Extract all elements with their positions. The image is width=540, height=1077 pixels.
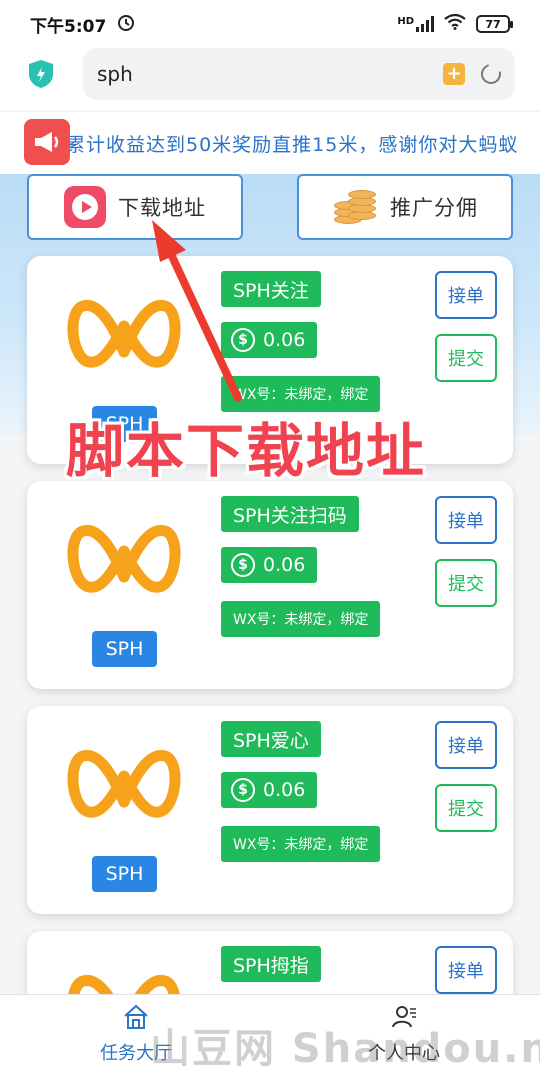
task-title: SPH关注扫码 [221,496,359,532]
add-bookmark-icon[interactable]: + [443,63,465,85]
announcement-marquee: 累计收益达到50米奖励直推15米，感谢你对大蚂蚁 [0,112,540,174]
address-bar[interactable]: sph + [83,48,515,100]
status-time: 下午5:07 [30,16,107,37]
channels-logo-icon [67,505,181,605]
dollar-icon: $ [231,778,255,802]
watermark: 山豆网 Shandou.net [150,1026,540,1072]
task-price: $0.06 [221,322,318,358]
platform-badge: SPH [92,631,157,667]
task-title: SPH关注 [221,271,321,307]
task-title: SPH爱心 [221,721,321,757]
refresh-icon[interactable] [477,60,505,88]
status-bar: 下午5:07 HD 77 [0,0,540,48]
accept-task-button[interactable]: 接单 [435,496,497,544]
browser-header: sph + [0,48,540,110]
signal-icon: HD [397,16,434,32]
megaphone-icon [24,119,70,165]
download-label: 下载地址 [118,196,206,220]
channels-logo-icon [67,280,181,380]
price-value: 0.06 [263,554,306,576]
wifi-icon [444,13,466,35]
accept-task-button[interactable]: 接单 [435,946,497,994]
platform-badge: SPH [92,856,157,892]
coins-icon [332,185,378,229]
url-text: sph [97,62,133,86]
network-type: HD [397,16,414,27]
submit-task-button[interactable]: 提交 [435,784,497,832]
promotion-label: 推广分佣 [390,196,478,220]
task-price: $0.06 [221,547,318,583]
announcement-text: 累计收益达到50米奖励直推15米，感谢你对大蚂蚁 [66,134,519,156]
task-price: $0.06 [221,772,318,808]
shield-icon[interactable] [27,59,55,89]
task-card: SPH SPH爱心 $0.06 WX号：未绑定，绑定 接单 提交 [27,706,513,914]
dollar-icon: $ [231,553,255,577]
price-value: 0.06 [263,779,306,801]
task-title: SPH拇指 [221,946,321,982]
annotation-label: 脚本下载地址 [66,417,427,485]
promotion-commission-button[interactable]: 推广分佣 [297,174,513,240]
alarm-icon [116,12,136,37]
accept-task-button[interactable]: 接单 [435,271,497,319]
task-card: SPH SPH关注扫码 $0.06 WX号：未绑定，绑定 接单 提交 [27,481,513,689]
video-icon [64,186,106,228]
submit-task-button[interactable]: 提交 [435,559,497,607]
home-icon [123,1003,149,1033]
channels-logo-icon [67,730,181,830]
download-address-button[interactable]: 下载地址 [27,174,243,240]
wx-binding-status[interactable]: WX号：未绑定，绑定 [221,826,381,862]
battery-icon: 77 [476,15,513,33]
submit-task-button[interactable]: 提交 [435,334,497,382]
wx-binding-status[interactable]: WX号：未绑定，绑定 [221,601,381,637]
accept-task-button[interactable]: 接单 [435,721,497,769]
price-value: 0.06 [263,329,306,351]
dollar-icon: $ [231,328,255,352]
